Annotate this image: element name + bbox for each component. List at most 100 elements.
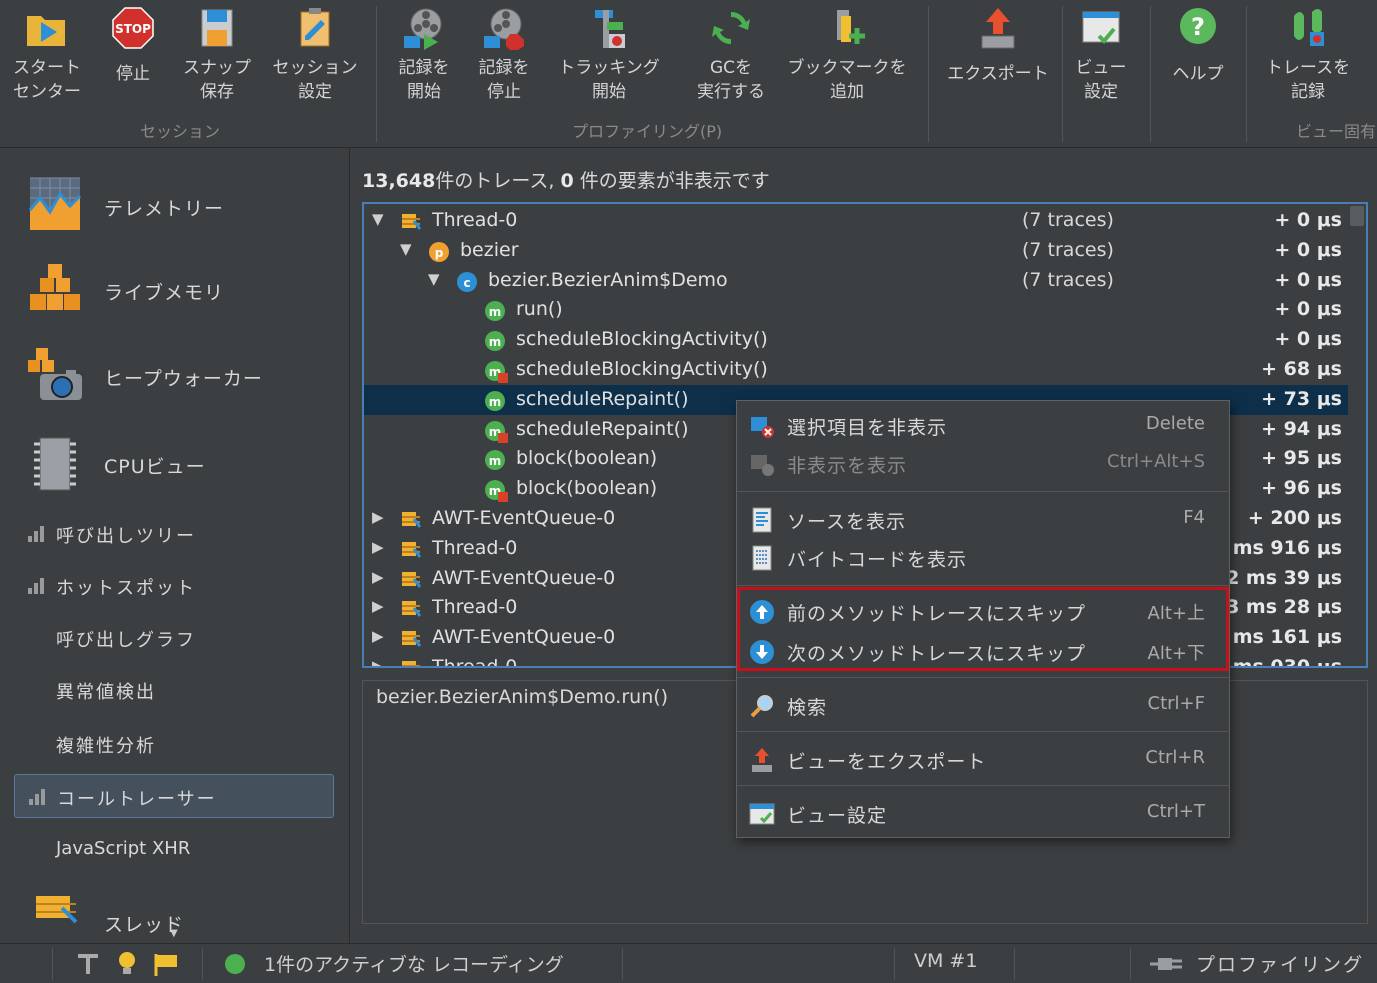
sidebar-item-call-graph[interactable]: 呼び出しグラフ xyxy=(14,616,334,660)
tree-row-time: + 68 μs xyxy=(1261,358,1342,380)
menu-item-export-view[interactable]: ビューをエクスポート Ctrl+R xyxy=(737,741,1229,777)
hide-selected-icon xyxy=(749,413,775,439)
collapse-arrow-icon[interactable]: ▶ xyxy=(372,508,384,526)
tree-row-name: run() xyxy=(516,298,563,321)
sidebar-item-javascript-xhr[interactable]: JavaScript XHR xyxy=(14,828,334,872)
start-recording-button[interactable]: 記録を 開始 xyxy=(386,6,462,104)
sidebar-item-call-tracer[interactable]: コールトレーサー xyxy=(14,774,334,818)
heap-walker-icon xyxy=(26,346,84,404)
status-separator xyxy=(52,948,53,980)
save-snapshot-button[interactable]: スナップ 保存 xyxy=(176,6,258,104)
svg-text:m: m xyxy=(489,395,502,409)
sidebar-item-threads[interactable]: スレッド xyxy=(26,890,336,943)
tree-row-time: + 0 μs xyxy=(1274,298,1342,321)
expand-arrow-icon[interactable]: ▼ xyxy=(372,210,384,228)
method-icon: m xyxy=(484,330,505,352)
telemetry-icon xyxy=(26,176,84,234)
menu-item-view-settings[interactable]: ビュー設定 Ctrl+T xyxy=(737,795,1229,831)
export-button[interactable]: エクスポート xyxy=(940,6,1056,86)
sidebar-item-hotspots[interactable]: ホットスポット xyxy=(14,564,334,608)
help-icon: ? xyxy=(1174,6,1222,50)
sidebar-item-outlier-detection[interactable]: 異常値検出 xyxy=(14,668,334,712)
status-separator xyxy=(202,948,203,980)
export-view-icon xyxy=(749,747,775,773)
sidebar-item-complexity-analysis[interactable]: 複雑性分析 xyxy=(14,722,334,766)
svg-text:c: c xyxy=(463,276,470,290)
expand-arrow-icon[interactable]: ▼ xyxy=(428,270,440,288)
collapse-arrow-icon[interactable]: ▶ xyxy=(372,597,384,615)
help-button[interactable]: ? ヘルプ xyxy=(1160,6,1236,86)
collapse-arrow-icon[interactable]: ▶ xyxy=(372,627,384,645)
start-center-button[interactable]: スタート センター xyxy=(6,6,88,104)
toolbar-separator xyxy=(1062,6,1063,142)
tree-row-time: 1 ms 916 μs xyxy=(1212,536,1342,559)
collapse-arrow-icon[interactable]: ▶ xyxy=(372,538,384,556)
svg-text:p: p xyxy=(435,246,444,260)
collapse-arrow-icon[interactable]: ▶ xyxy=(372,657,384,666)
sidebar-item-heap-walker[interactable]: ヒープウォーカー xyxy=(26,346,336,410)
tree-row[interactable]: ▼ p bezier (7 traces) + 0 μs xyxy=(364,236,1348,266)
tree-row-time: 3 ms 161 μs xyxy=(1212,626,1342,649)
tree-row-time: + 96 μs xyxy=(1261,477,1342,500)
sidebar: テレメトリー ライブメモリ ヒープウォーカー CPUビュー 呼び出しツリー ホッ… xyxy=(0,148,350,943)
tree-row[interactable]: ▼ c bezier.BezierAnim$Demo (7 traces) + 0 μs xyxy=(364,266,1348,296)
tree-row[interactable]: m run() + 0 μs xyxy=(364,295,1348,325)
recording-status-text: 1件のアクティブな レコーディング xyxy=(264,954,564,976)
start-tracking-icon xyxy=(585,6,633,50)
thread-icon xyxy=(400,598,422,618)
menu-item-show-bytecode[interactable]: バイトコードを表示 xyxy=(737,539,1229,575)
tree-row-name: scheduleRepaint() xyxy=(516,387,689,410)
menu-separator xyxy=(737,785,1229,786)
start-center-icon xyxy=(23,6,71,50)
method-exit-icon: m xyxy=(484,420,508,443)
toolbar-separator xyxy=(376,6,377,142)
tree-row[interactable]: m scheduleBlockingActivity() + 0 μs xyxy=(364,325,1348,355)
expand-arrow-icon[interactable]: ▼ xyxy=(400,240,412,258)
sidebar-item-telemetry[interactable]: テレメトリー xyxy=(26,176,336,240)
tree-scrollbar[interactable] xyxy=(1350,206,1364,226)
pin-icon[interactable] xyxy=(76,952,102,981)
tree-row-name: scheduleBlockingActivity() xyxy=(516,328,768,351)
svg-text:m: m xyxy=(489,335,502,349)
record-traces-button[interactable]: トレースを 記録 xyxy=(1256,6,1360,104)
sidebar-item-call-tree[interactable]: 呼び出しツリー xyxy=(14,512,334,556)
tree-row-time: 12 ms 39 μs xyxy=(1212,566,1342,589)
tree-row-traces: (7 traces) xyxy=(1022,209,1114,231)
flag-icon[interactable] xyxy=(154,952,180,981)
live-memory-icon xyxy=(26,260,84,318)
tree-row-time: + 73 μs xyxy=(1261,387,1342,410)
thread-icon xyxy=(400,628,422,648)
tree-row[interactable]: ▼ Thread-0 (7 traces) + 0 μs xyxy=(364,206,1348,236)
menu-item-search[interactable]: 検索 Ctrl+F xyxy=(737,687,1229,723)
view-settings-button[interactable]: ビュー 設定 xyxy=(1066,6,1136,104)
tree-row-time: 4 ms 030 μs xyxy=(1212,656,1342,668)
method-exit-icon: m xyxy=(484,479,508,503)
session-settings-icon xyxy=(291,6,339,50)
show-source-icon xyxy=(749,507,775,533)
toolbar-separator xyxy=(928,6,929,142)
tree-row-name: bezier xyxy=(460,238,519,261)
export-icon xyxy=(974,6,1022,50)
sidebar-item-live-memory[interactable]: ライブメモリ xyxy=(26,260,336,324)
stop-button[interactable]: STOP 停止 xyxy=(98,6,168,86)
menu-item-show-source[interactable]: ソースを表示 F4 xyxy=(737,501,1229,537)
menu-item-hide-selected[interactable]: 選択項目を非表示 Delete xyxy=(737,407,1229,443)
add-bookmark-button[interactable]: ブックマークを 追加 xyxy=(780,6,914,104)
tree-row-time: + 0 μs xyxy=(1274,238,1342,261)
stop-recording-icon xyxy=(480,6,528,50)
stop-recording-button[interactable]: 記録を 停止 xyxy=(466,6,542,104)
sidebar-item-cpu-view[interactable]: CPUビュー xyxy=(26,434,336,498)
tree-row-name: block(boolean) xyxy=(516,477,658,500)
menu-item-show-hidden[interactable]: 非表示を表示 Ctrl+Alt+S xyxy=(737,445,1229,481)
class-icon: c xyxy=(456,271,477,292)
start-tracking-button[interactable]: トラッキング 開始 xyxy=(550,6,668,104)
tree-row[interactable]: m scheduleBlockingActivity() + 68 μs xyxy=(364,355,1348,385)
cpu-view-icon xyxy=(26,434,84,492)
tree-row-time: + 0 μs xyxy=(1274,328,1342,351)
session-settings-button[interactable]: セッション 設定 xyxy=(266,6,364,104)
add-bookmark-icon xyxy=(823,6,871,50)
scroll-down-icon[interactable]: ▼ xyxy=(170,928,178,939)
collapse-arrow-icon[interactable]: ▶ xyxy=(372,568,384,586)
run-gc-button[interactable]: GCを 実行する xyxy=(686,6,776,104)
lightbulb-icon[interactable] xyxy=(116,950,138,981)
